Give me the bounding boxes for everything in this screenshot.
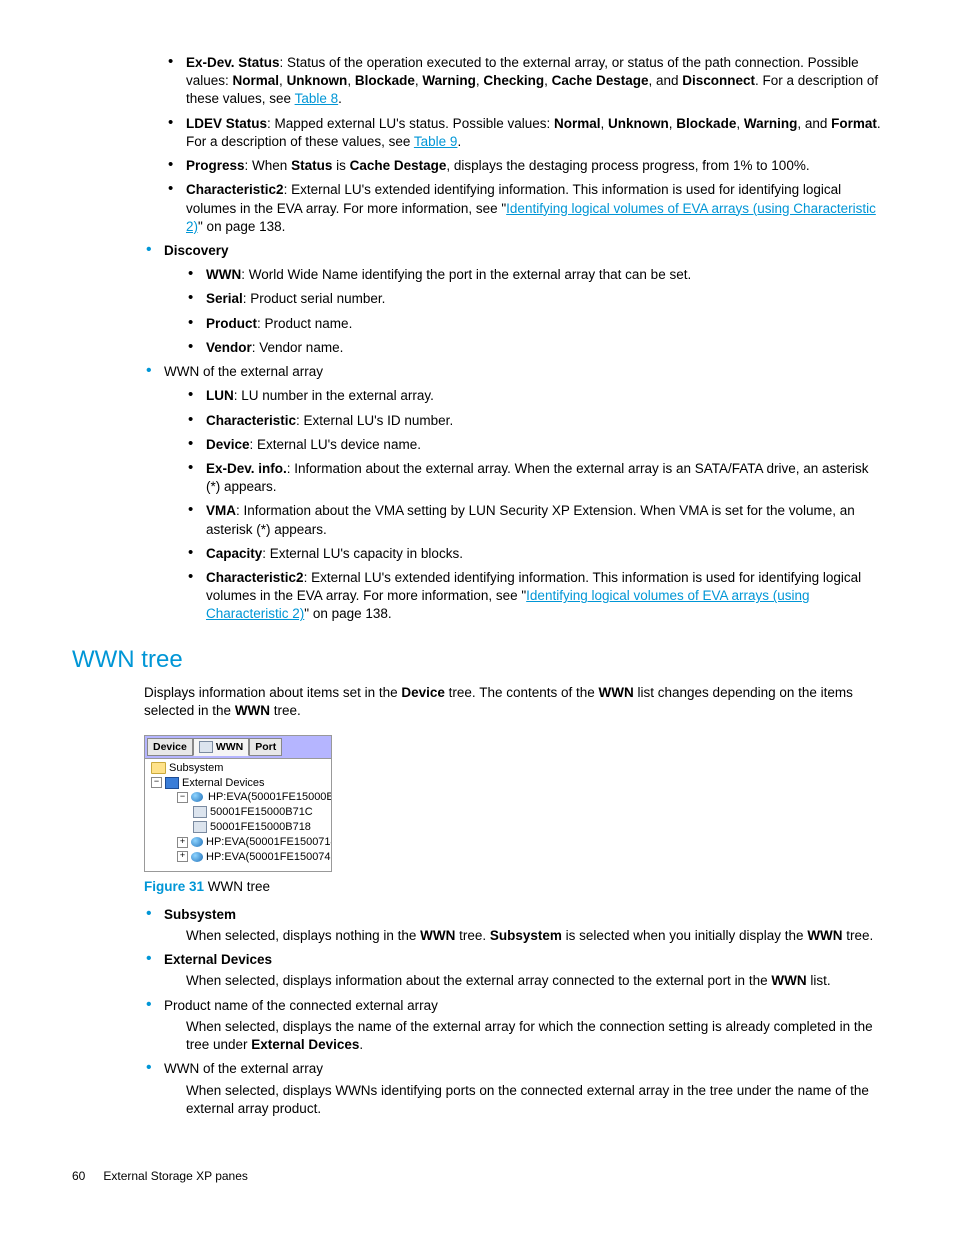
card-icon [193, 821, 207, 833]
tab-device[interactable]: Device [147, 738, 193, 756]
footer-text: External Storage XP panes [103, 1169, 248, 1183]
globe-icon [191, 852, 203, 862]
link-table8[interactable]: Table 8 [295, 91, 339, 106]
item-char2b: Characteristic2: External LU's extended … [186, 569, 882, 624]
item-exdev-status: Ex-Dev. Status: Status of the operation … [166, 54, 882, 109]
globe-icon [191, 792, 203, 802]
page-footer: 60 External Storage XP panes [72, 1168, 882, 1184]
section-body: Displays information about items set in … [144, 684, 882, 1118]
top-sublist: Ex-Dev. Status: Status of the operation … [166, 54, 882, 236]
collapse-icon[interactable]: − [177, 792, 188, 803]
tree-subsystem[interactable]: Subsystem [147, 761, 331, 776]
item-wwn-external: WWN of the external array When selected,… [144, 1060, 882, 1118]
item-device: Device: External LU's device name. [186, 436, 882, 454]
card-icon [193, 806, 207, 818]
discovery-group: Discovery WWN: World Wide Name identifyi… [144, 242, 882, 624]
item-vma: VMA: Information about the VMA setting b… [186, 502, 882, 538]
item-ldev-status: LDEV Status: Mapped external LU's status… [166, 115, 882, 151]
wwn-tab-icon [199, 741, 213, 753]
item-wwn-ext: WWN of the external array LUN: LU number… [144, 363, 882, 624]
tab-port[interactable]: Port [249, 738, 282, 756]
tab-wwn[interactable]: WWN [193, 738, 249, 756]
page-content: Ex-Dev. Status: Status of the operation … [144, 54, 882, 624]
item-progress: Progress: When Status is Cache Destage, … [166, 157, 882, 175]
item-characteristic: Characteristic: External LU's ID number. [186, 412, 882, 430]
expand-icon[interactable]: + [177, 851, 188, 862]
expand-icon[interactable]: + [177, 837, 188, 848]
tree-eva-1[interactable]: −HP:EVA(50001FE15000B7 [147, 790, 331, 805]
page-number: 60 [72, 1169, 85, 1183]
tree-eva-3[interactable]: +HP:EVA(50001FE1500749 [147, 850, 331, 865]
item-lun: LUN: LU number in the external array. [186, 387, 882, 405]
item-product: Product: Product name. [186, 315, 882, 333]
collapse-icon[interactable]: − [151, 777, 162, 788]
item-discovery: Discovery WWN: World Wide Name identifyi… [144, 242, 882, 357]
item-serial: Serial: Product serial number. [186, 290, 882, 308]
tree-wwn-1[interactable]: 50001FE15000B71C [147, 805, 331, 820]
item-wwn: WWN: World Wide Name identifying the por… [186, 266, 882, 284]
item-vendor: Vendor: Vendor name. [186, 339, 882, 357]
link-table9[interactable]: Table 9 [414, 134, 458, 149]
folder-icon [151, 762, 166, 774]
item-product-name: Product name of the connected external a… [144, 997, 882, 1055]
lower-list: Subsystem When selected, displays nothin… [144, 906, 882, 1118]
tree-eva-2[interactable]: +HP:EVA(50001FE1500714 [147, 835, 331, 850]
item-exdevinfo: Ex-Dev. info.: Information about the ext… [186, 460, 882, 496]
item-external-devices: External Devices When selected, displays… [144, 951, 882, 990]
tree-wwn-2[interactable]: 50001FE15000B718 [147, 820, 331, 835]
tree-external-devices[interactable]: −External Devices [147, 776, 331, 791]
device-icon [165, 777, 179, 789]
figure-caption: Figure 31 WWN tree [144, 878, 882, 896]
item-char2a: Characteristic2: External LU's extended … [166, 181, 882, 236]
heading-wwn-tree: WWN tree [72, 644, 882, 676]
figure-wwn-tree: Device WWN Port Subsystem −External Devi… [144, 735, 332, 872]
globe-icon [191, 837, 203, 847]
tab-row: Device WWN Port [145, 736, 331, 759]
item-capacity: Capacity: External LU's capacity in bloc… [186, 545, 882, 563]
intro-text: Displays information about items set in … [144, 684, 882, 720]
tree-body: Subsystem −External Devices −HP:EVA(5000… [145, 759, 331, 871]
item-subsystem: Subsystem When selected, displays nothin… [144, 906, 882, 945]
